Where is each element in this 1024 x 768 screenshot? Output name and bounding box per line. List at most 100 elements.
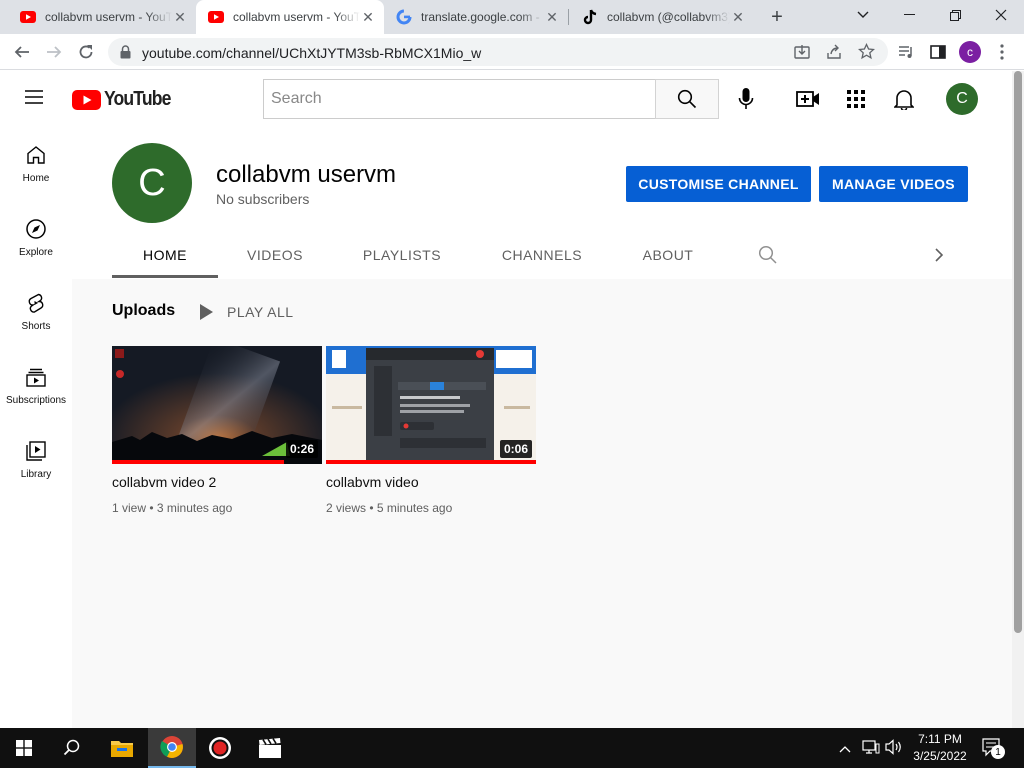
video-duration: 0:06 (499, 440, 532, 458)
back-arrow-icon[interactable] (8, 38, 36, 66)
tiktok-icon (582, 9, 598, 25)
bookmark-star-icon[interactable] (857, 42, 876, 65)
guide-item-label: Library (20, 469, 52, 480)
minimize-icon[interactable] (886, 0, 932, 30)
restore-icon[interactable] (932, 0, 978, 30)
guide-item-home[interactable]: Home (0, 127, 72, 201)
guide-item-label: Home (22, 173, 50, 184)
media-controls-icon[interactable] (892, 38, 920, 66)
video-metadata: 1 view • 3 minutes ago (112, 501, 233, 515)
tab-home[interactable]: HOME (112, 231, 218, 279)
customise-channel-button[interactable]: CUSTOMISE CHANNEL (626, 166, 811, 202)
browser-tab-3[interactable]: translate.google.com - Google Translate … (384, 0, 568, 34)
tab-playlists[interactable]: PLAYLISTS (348, 231, 456, 279)
guide-item-label: Explore (19, 247, 53, 258)
reload-icon[interactable] (72, 38, 100, 66)
clock-date: 3/25/2022 (913, 749, 967, 763)
browser-tab-strip: collabvm uservm - YouTube ✕ collabvm use… (0, 0, 1024, 34)
close-tab-icon[interactable]: ✕ (730, 9, 746, 25)
video-title[interactable]: collabvm video 2 (112, 474, 322, 490)
url-text: youtube.com/channel/UChXtJYTM3sb-RbMCX1M… (142, 45, 482, 61)
watched-progress-bar (326, 460, 536, 464)
address-bar[interactable]: youtube.com/channel/UChXtJYTM3sb-RbMCX1M… (108, 38, 888, 66)
play-all-button[interactable]: PLAY ALL (198, 303, 294, 321)
share-icon[interactable] (826, 44, 842, 65)
youtube-logo-text: YouTube (104, 88, 171, 110)
manage-videos-button[interactable]: MANAGE VIDEOS (819, 166, 968, 202)
chrome-taskbar-icon[interactable] (148, 728, 196, 768)
tab-search-chevron-icon[interactable] (840, 0, 886, 30)
channel-name: collabvm uservm (216, 161, 397, 188)
tab-title: collabvm uservm - YouTube (233, 10, 360, 24)
close-tab-icon[interactable]: ✕ (360, 9, 376, 25)
screen-recorder-icon[interactable] (196, 728, 244, 768)
guide-item-explore[interactable]: Explore (0, 201, 72, 275)
tab-channels[interactable]: CHANNELS (486, 231, 598, 279)
channel-avatar: C (112, 143, 192, 223)
taskbar-search-icon[interactable] (48, 728, 96, 768)
active-tab-indicator (112, 275, 218, 278)
video-editor-clapper-icon[interactable] (246, 728, 294, 768)
youtube-icon (208, 9, 224, 25)
forward-arrow-icon[interactable] (40, 38, 68, 66)
play-all-label: PLAY ALL (227, 304, 294, 320)
browser-menu-icon[interactable] (988, 38, 1016, 66)
browser-tab-4[interactable]: collabvm (@collabvm3) TikTok ✕ (570, 0, 754, 34)
youtube-masthead: YouTube Search C (0, 71, 1012, 127)
channel-search-icon[interactable] (758, 245, 778, 270)
upload-age: 5 minutes ago (376, 501, 453, 515)
tab-title: translate.google.com - Google Translate (421, 10, 544, 24)
guide-item-shorts[interactable]: Shorts (0, 275, 72, 349)
google-icon (396, 9, 412, 25)
library-icon (26, 441, 46, 461)
video-title[interactable]: collabvm video (326, 474, 536, 490)
browser-tab-2[interactable]: collabvm uservm - YouTube ✕ (196, 0, 384, 34)
video-card[interactable]: 0:06 collabvm video 2 views • 5 minutes … (326, 346, 536, 515)
browser-toolbar: youtube.com/channel/UChXtJYTM3sb-RbMCX1M… (0, 34, 1024, 70)
guide-item-label: Shorts (21, 321, 51, 332)
video-thumbnail[interactable]: 0:06 (326, 346, 536, 464)
uploads-heading[interactable]: Uploads (112, 302, 175, 320)
tab-videos[interactable]: VIDEOS (222, 231, 328, 279)
guide-item-library[interactable]: Library (0, 423, 72, 497)
volume-icon[interactable] (885, 739, 903, 760)
profile-initial: c (959, 41, 981, 63)
close-tab-icon[interactable]: ✕ (172, 9, 188, 25)
windows-logo-icon (16, 740, 32, 756)
video-card[interactable]: 0:26 collabvm video 2 1 view • 3 minutes… (112, 346, 322, 515)
page-scrollbar[interactable] (1012, 71, 1024, 728)
video-thumbnail[interactable]: 0:26 (112, 346, 322, 464)
side-panel-icon[interactable] (924, 38, 952, 66)
account-avatar[interactable]: C (946, 83, 978, 115)
video-metadata: 2 views • 5 minutes ago (326, 501, 453, 515)
close-tab-icon[interactable]: ✕ (544, 9, 560, 25)
scrollbar-thumb[interactable] (1014, 71, 1022, 633)
close-window-icon[interactable] (978, 0, 1024, 30)
show-hidden-icons-chevron-icon[interactable] (839, 740, 851, 758)
youtube-logo[interactable]: YouTube (72, 88, 180, 111)
start-button[interactable] (0, 728, 48, 768)
file-explorer-icon[interactable] (98, 728, 146, 768)
subscriber-count: No subscribers (216, 191, 310, 207)
new-tab-icon[interactable]: + (764, 6, 790, 28)
network-icon[interactable] (862, 739, 880, 760)
microphone-icon[interactable] (738, 87, 754, 116)
chevron-right-icon[interactable] (934, 247, 944, 268)
install-app-icon[interactable] (794, 44, 810, 65)
search-icon (677, 89, 697, 109)
apps-grid-icon[interactable] (847, 90, 865, 113)
view-count: 1 view (112, 501, 147, 515)
action-center-icon[interactable]: 1 (982, 738, 1005, 763)
lock-icon[interactable] (120, 45, 131, 64)
profile-avatar[interactable]: c (956, 38, 984, 66)
notifications-bell-icon[interactable] (893, 88, 915, 115)
compass-icon (26, 219, 46, 239)
search-input[interactable]: Search (263, 79, 656, 119)
hamburger-menu-icon[interactable] (24, 89, 44, 110)
guide-item-subscriptions[interactable]: Subscriptions (0, 349, 72, 423)
tab-about[interactable]: ABOUT (632, 231, 704, 279)
browser-tab-1[interactable]: collabvm uservm - YouTube ✕ (8, 0, 196, 34)
create-video-icon[interactable] (796, 89, 820, 114)
system-clock[interactable]: 7:11 PM 3/25/2022 (905, 731, 975, 765)
search-button[interactable] (655, 79, 719, 119)
